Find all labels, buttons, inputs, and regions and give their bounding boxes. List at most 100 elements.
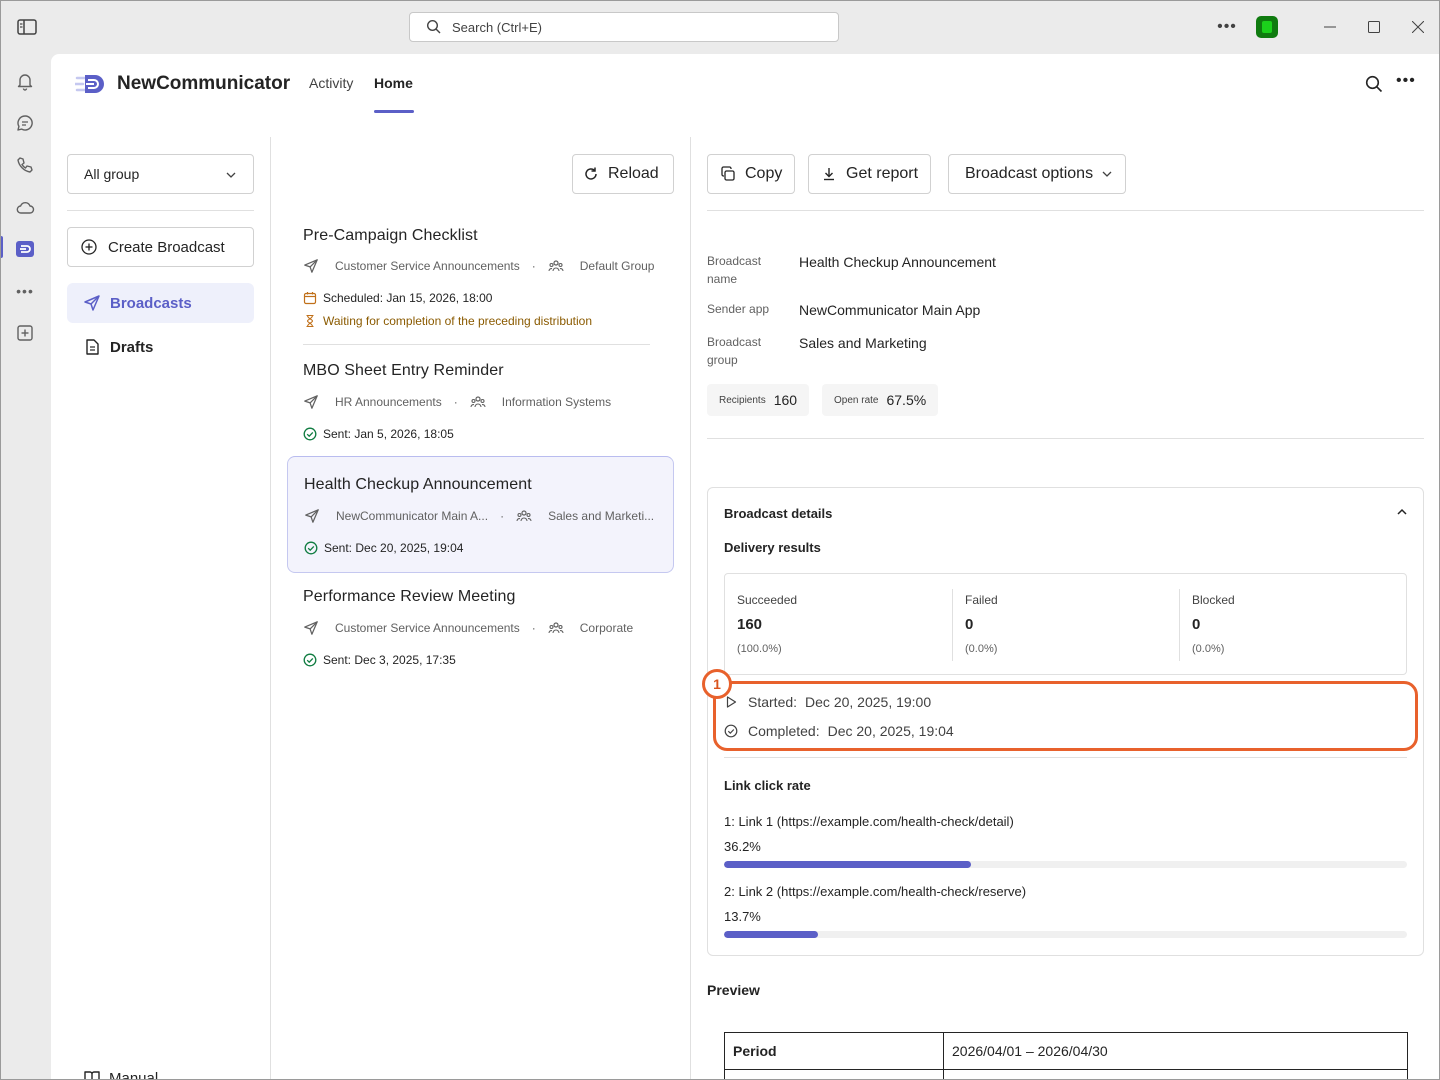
sidebar-item-broadcasts[interactable]: Broadcasts — [67, 283, 254, 323]
sender-app-value: NewCommunicator Main App — [799, 302, 981, 318]
people-icon — [470, 394, 486, 410]
check-circle-icon — [303, 653, 317, 667]
result-label: Succeeded — [737, 593, 798, 607]
broadcast-title: Health Checkup Announcement — [304, 476, 532, 493]
tab-activity[interactable]: Activity — [309, 75, 353, 91]
started-value: Dec 20, 2025, 19:00 — [805, 694, 932, 710]
group-select[interactable]: All group — [67, 154, 254, 194]
result-label: Failed — [965, 593, 998, 607]
result-value: 0 — [965, 616, 974, 633]
sidebar-toggle-icon[interactable] — [16, 17, 38, 37]
broadcast-details-card: Broadcast details Delivery results Succe… — [707, 487, 1424, 956]
open-rate-value: 67.5% — [886, 392, 927, 408]
title-bar: Search (Ctrl+E) ••• — [0, 0, 1440, 54]
reload-button[interactable]: Reload — [572, 154, 674, 194]
chevron-up-icon[interactable] — [1395, 505, 1409, 524]
list-item[interactable]: Pre-Campaign Checklist Customer Service … — [287, 219, 674, 344]
tab-home[interactable]: Home — [374, 75, 413, 91]
chevron-down-icon — [1102, 171, 1112, 177]
manual-label: Manual — [109, 1069, 159, 1080]
sender-name: NewCommunicator Main A... — [336, 509, 489, 523]
result-label: Blocked — [1192, 593, 1235, 607]
delivery-results-title: Delivery results — [724, 540, 821, 555]
app-name: NewCommunicator — [117, 73, 291, 94]
group-select-value: All group — [84, 166, 140, 182]
more-apps-icon[interactable]: ••• — [13, 279, 37, 303]
started-row: Started: Dec 20, 2025, 19:00 — [724, 694, 931, 710]
broadcast-name-value: Health Checkup Announcement — [799, 254, 996, 270]
book-icon — [84, 1071, 100, 1080]
phone-icon[interactable] — [13, 153, 37, 177]
broadcast-note: Waiting for completion of the preceding … — [303, 314, 592, 328]
separator-dot: · — [453, 395, 458, 409]
sender-app-label: Sender app — [707, 302, 770, 316]
copy-label: Copy — [745, 165, 783, 182]
more-icon[interactable]: ••• — [1396, 72, 1416, 90]
status-text: Sent: Dec 20, 2025, 19:04 — [324, 541, 464, 555]
send-icon — [303, 394, 319, 410]
sender-name: Customer Service Announcements — [335, 259, 520, 273]
copy-button[interactable]: Copy — [707, 154, 796, 194]
avatar[interactable] — [1256, 16, 1278, 38]
app-icon[interactable] — [13, 237, 37, 261]
status-text: Sent: Jan 5, 2026, 18:05 — [323, 427, 454, 441]
send-icon — [303, 258, 319, 274]
get-report-button[interactable]: Get report — [808, 154, 932, 194]
sender-name: Customer Service Announcements — [335, 621, 520, 635]
column-divider — [690, 137, 691, 1079]
divider — [67, 210, 254, 211]
link-url[interactable]: (https://example.com/health-check/detail… — [777, 814, 1014, 829]
result-percent: (100.0%) — [737, 643, 782, 655]
add-app-icon[interactable] — [13, 321, 37, 345]
link-url[interactable]: (https://example.com/health-check/reserv… — [777, 884, 1026, 899]
list-item[interactable]: MBO Sheet Entry Reminder HR Announcement… — [287, 354, 674, 454]
search-icon[interactable] — [1365, 75, 1383, 98]
download-icon — [824, 168, 834, 181]
table-cell-key — [724, 1069, 944, 1080]
maximize-button[interactable] — [1352, 14, 1396, 40]
broadcast-title: MBO Sheet Entry Reminder — [303, 362, 504, 379]
broadcast-meta: Customer Service Announcements · Corpora… — [303, 620, 633, 636]
list-item[interactable]: Performance Review Meeting Customer Serv… — [287, 580, 674, 680]
status-text: Scheduled: Jan 15, 2026, 18:00 — [323, 291, 493, 305]
broadcast-meta: Customer Service Announcements · Default… — [303, 258, 654, 274]
send-icon — [303, 620, 319, 636]
broadcast-group-label: Broadcast group — [707, 333, 761, 369]
minimize-button[interactable] — [1308, 14, 1352, 40]
sender-name: HR Announcements — [335, 395, 442, 409]
bell-icon[interactable] — [13, 69, 37, 93]
broadcast-status: Sent: Jan 5, 2026, 18:05 — [303, 427, 454, 441]
completed-value: Dec 20, 2025, 19:04 — [827, 723, 954, 739]
table-row — [724, 1069, 1408, 1080]
broadcast-status: Sent: Dec 20, 2025, 19:04 — [304, 541, 463, 555]
group-name: Information Systems — [501, 395, 612, 409]
note-text: Waiting for completion of the preceding … — [323, 314, 593, 328]
divider — [707, 210, 1424, 211]
close-button[interactable] — [1396, 14, 1440, 40]
add-circle-icon — [81, 239, 97, 255]
link-percent: 13.7% — [724, 909, 761, 924]
play-icon — [726, 696, 737, 708]
result-percent: (0.0%) — [965, 643, 998, 655]
cloud-icon[interactable] — [13, 195, 37, 219]
divider — [707, 438, 1424, 439]
broadcast-options-button[interactable]: Broadcast options — [948, 154, 1127, 194]
app-surface: NewCommunicator Activity Home ••• All gr… — [51, 54, 1439, 1080]
table-row: Period 2026/04/01 – 2026/04/30 — [724, 1032, 1408, 1070]
recipients-value: 160 — [773, 392, 798, 408]
label-line: Broadcast — [707, 335, 762, 349]
result-percent: (0.0%) — [1192, 643, 1225, 655]
link-click-rate-title: Link click rate — [724, 778, 811, 793]
more-options-icon[interactable]: ••• — [1212, 18, 1242, 36]
copy-icon — [721, 166, 735, 181]
create-broadcast-button[interactable]: Create Broadcast — [67, 227, 254, 267]
list-item-selected[interactable]: Health Checkup Announcement NewCommunica… — [287, 456, 674, 573]
reload-label: Reload — [608, 165, 659, 182]
hourglass-icon — [306, 314, 314, 328]
chat-icon[interactable] — [13, 111, 37, 135]
check-circle-icon — [303, 427, 317, 441]
link-progress-track — [724, 931, 1407, 938]
manual-link[interactable]: Manual — [83, 1069, 158, 1080]
global-search-input[interactable]: Search (Ctrl+E) — [409, 12, 839, 42]
sidebar-item-drafts[interactable]: Drafts — [67, 327, 254, 367]
